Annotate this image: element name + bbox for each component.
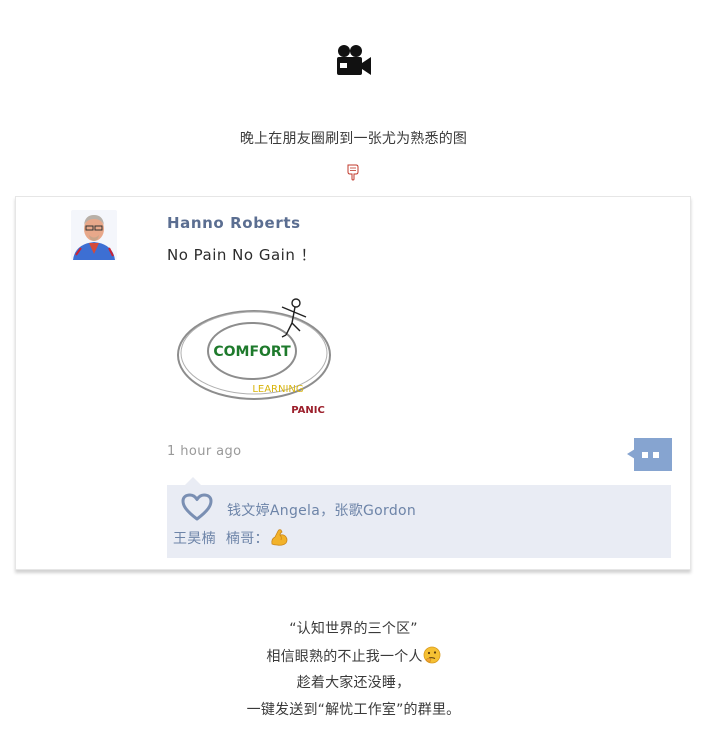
movie-camera-icon (337, 45, 371, 75)
backhand-index-pointing-down-icon (347, 164, 359, 181)
avatar-portrait-icon (71, 210, 117, 260)
comfort-label: COMFORT (213, 344, 291, 360)
footer-line-2-text: 相信眼熟的不止我一个人 (266, 649, 423, 665)
post-timestamp: 1 hour ago (167, 444, 242, 459)
comment-text: 楠哥： (225, 531, 269, 547)
likes-comments-panel: 钱文婷Angela，张歌Gordon 王昊楠 楠哥： (167, 477, 671, 558)
panel-caret (185, 477, 201, 485)
moments-post-card: Hanno Roberts No Pain No Gain ！ COMFORT … (15, 196, 691, 570)
comment-author[interactable]: 王昊楠 (173, 531, 216, 547)
likers-list[interactable]: 钱文婷Angela，张歌Gordon (227, 500, 416, 520)
flexed-biceps-icon (271, 529, 288, 546)
post-image[interactable]: COMFORT LEARNING PANIC (174, 293, 334, 421)
footer-line-4: 一键发送到“解忧工作室”的群里。 (246, 702, 461, 718)
thinking-face-icon (423, 646, 440, 664)
panic-label: PANIC (291, 405, 325, 416)
footer-text: “认知世界的三个区” 相信眼熟的不止我一个人 趁着大家还没睡， 一键发送到“解忧… (0, 619, 707, 727)
learning-label: LEARNING (252, 384, 303, 395)
footer-line-1: “认知世界的三个区” (289, 621, 418, 637)
post-text: No Pain No Gain ！ (167, 246, 317, 264)
comment-more-button[interactable] (627, 438, 672, 471)
comment-row[interactable]: 王昊楠 楠哥： (173, 527, 289, 548)
footer-line-2: 相信眼熟的不止我一个人 (0, 646, 707, 673)
avatar[interactable] (71, 210, 117, 260)
intro-text: 晚上在朋友圈刷到一张尤为熟悉的图 (239, 131, 468, 147)
author-name[interactable]: Hanno Roberts (167, 214, 301, 232)
heart-icon (181, 493, 213, 521)
footer-line-3: 趁着大家还没睡， (296, 675, 411, 691)
